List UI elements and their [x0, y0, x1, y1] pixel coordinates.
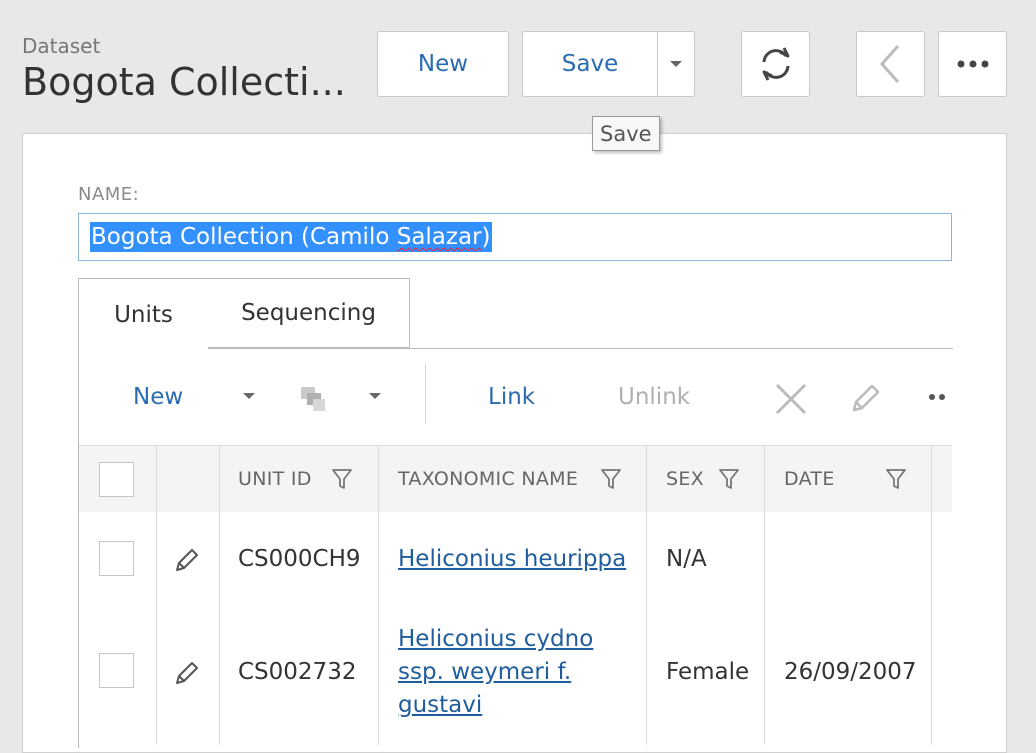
column-header-unit-id[interactable]: UNIT ID: [238, 468, 312, 490]
grid-new-caret-icon[interactable]: [242, 392, 256, 400]
row-edit-pencil-icon[interactable]: [173, 546, 201, 574]
grid-more-icon[interactable]: [928, 393, 950, 401]
tab-units[interactable]: Units: [78, 278, 208, 350]
caret-down-icon: [670, 61, 682, 67]
link-label: Link: [488, 384, 536, 410]
save-dropdown-button[interactable]: [657, 31, 695, 97]
unlink-label: Unlink: [618, 384, 691, 410]
cell-date: 26/09/2007: [784, 659, 917, 685]
taxon-link-line-3[interactable]: gustavi: [398, 689, 482, 722]
tab-sequencing[interactable]: Sequencing: [207, 278, 410, 348]
entity-type-label: Dataset: [22, 34, 101, 58]
grid-new-button[interactable]: New: [133, 384, 183, 410]
select-all-checkbox[interactable]: [99, 462, 134, 497]
more-button[interactable]: [938, 31, 1007, 97]
refresh-button[interactable]: [741, 31, 810, 97]
name-input-selection: Bogota Collection (Camilo Salazar): [90, 222, 492, 252]
save-tooltip: Save: [592, 116, 660, 151]
column-header-sex[interactable]: SEX: [666, 468, 704, 490]
col-divider: [219, 445, 220, 745]
col-divider: [378, 445, 379, 745]
taxon-link[interactable]: Heliconius heurippa: [398, 543, 626, 576]
name-input[interactable]: Bogota Collection (Camilo Salazar): [78, 213, 952, 261]
cell-unit-id: CS000CH9: [238, 546, 361, 572]
unlink-button[interactable]: Unlink: [618, 384, 690, 410]
stack-caret-icon[interactable]: [368, 392, 382, 400]
refresh-icon: [762, 47, 789, 81]
chevron-left-icon: [879, 45, 899, 83]
column-header-date[interactable]: DATE: [784, 468, 835, 490]
name-label: NAME:: [78, 184, 140, 205]
ellipsis-icon: [957, 60, 988, 68]
new-button[interactable]: New: [377, 31, 509, 97]
column-header-taxonomic-name[interactable]: TAXONOMIC NAME: [398, 468, 578, 490]
edit-pencil-icon[interactable]: [848, 382, 882, 416]
page-title: Bogota Collecti...: [22, 60, 346, 104]
name-misspelled-word: Salazar: [396, 224, 482, 250]
tab-units-label: Units: [114, 301, 173, 328]
filter-icon[interactable]: [885, 468, 907, 490]
filter-icon[interactable]: [600, 468, 622, 490]
grid-new-label: New: [133, 384, 184, 410]
row-edit-pencil-icon[interactable]: [173, 659, 201, 687]
stack-icon[interactable]: [299, 385, 329, 413]
name-text-part: Bogota Collection (Camilo: [91, 224, 397, 250]
tab-sequencing-label: Sequencing: [241, 300, 376, 326]
cell-sex: N/A: [666, 546, 707, 572]
row-checkbox[interactable]: [99, 653, 134, 688]
col-divider: [764, 445, 765, 745]
save-button[interactable]: Save: [522, 31, 658, 97]
name-text-part-end: ): [481, 224, 491, 250]
cell-unit-id: CS002732: [238, 659, 357, 685]
toolbar-separator: [425, 364, 426, 424]
new-button-label: New: [417, 51, 469, 77]
cell-sex: Female: [666, 659, 750, 685]
back-button[interactable]: [856, 31, 925, 97]
save-button-label: Save: [561, 51, 619, 77]
col-divider: [646, 445, 647, 745]
filter-icon[interactable]: [331, 468, 353, 490]
delete-x-icon[interactable]: [774, 382, 808, 416]
taxon-link-line-1[interactable]: Heliconius cydno: [398, 623, 593, 656]
taxon-link-line-2[interactable]: ssp. weymeri f.: [398, 656, 571, 689]
col-divider: [931, 445, 932, 745]
link-button[interactable]: Link: [488, 384, 535, 410]
row-checkbox[interactable]: [99, 541, 134, 576]
col-divider: [156, 445, 157, 745]
filter-icon[interactable]: [718, 468, 740, 490]
